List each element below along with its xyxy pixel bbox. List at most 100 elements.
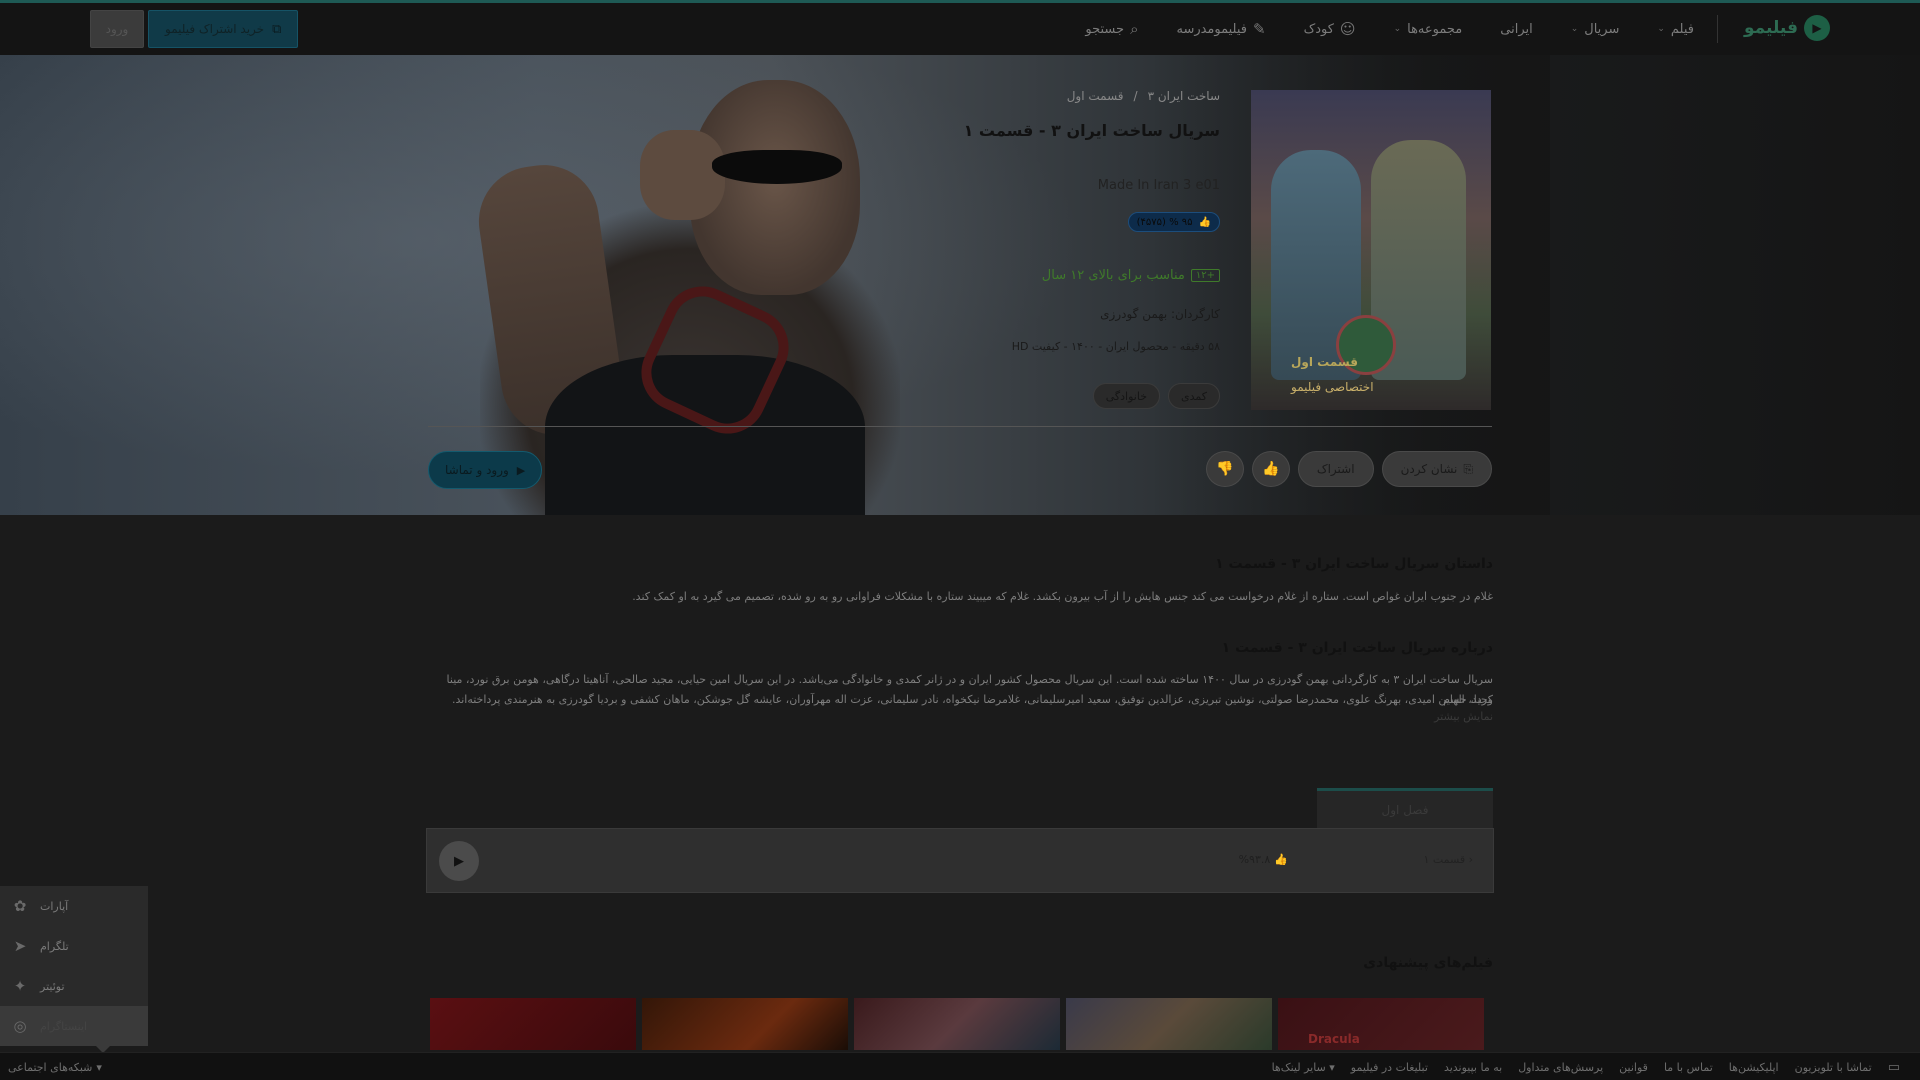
- dislike-button[interactable]: 👎: [1205, 451, 1244, 487]
- social-toggle-label: شبکه‌های اجتماعی: [8, 1060, 93, 1074]
- nav-iranian[interactable]: ایرانی: [1500, 22, 1532, 37]
- genre-tags: کمدی خانوادگی: [1092, 383, 1220, 409]
- english-title: Made In Iran 3 e01: [1097, 178, 1220, 193]
- hero-actions: ⎘ نشان کردن اشتراک 👍 👎: [1205, 451, 1492, 487]
- footer-link-rules[interactable]: قوانین: [1619, 1061, 1648, 1074]
- share-label: اشتراک: [1316, 462, 1355, 476]
- age-badge: +۱۲: [1190, 269, 1220, 282]
- episode-score-value: %۹۳.۸: [1238, 853, 1271, 866]
- social-instagram[interactable]: اینستاگرام ◎: [0, 1006, 148, 1046]
- footer-link-tv[interactable]: تماشا با تلویزیون: [1795, 1061, 1872, 1074]
- tag-comedy[interactable]: کمدی: [1168, 383, 1220, 409]
- watch-button[interactable]: ▶ ورود و تماشا: [428, 451, 543, 489]
- social-telegram[interactable]: تلگرام ➤: [0, 926, 148, 966]
- subscribe-button[interactable]: ⧉ خرید اشتراک فیلیمو: [148, 10, 299, 48]
- nav-movies-label: فیلم: [1670, 21, 1694, 37]
- tab-season-1[interactable]: فصل اول: [1317, 788, 1493, 828]
- suggestions-row: Dracula: [430, 998, 1484, 1050]
- rating-badge: 👍 ۹۵ % (۴۵۷۵): [1127, 212, 1220, 232]
- poster-brand: اختصاصی فیلیمو: [1291, 380, 1374, 394]
- logo-text: فیلیمو: [1743, 18, 1798, 38]
- series-info: ساخت ایران ۳ / قسمت اول سریال ساخت ایران…: [800, 55, 1220, 415]
- footer-link-more[interactable]: ▾ سایر لینک‌ها: [1272, 1061, 1335, 1074]
- show-more-link[interactable]: نمایش بیشتر: [1434, 710, 1493, 723]
- footer-link-contact[interactable]: تماس با ما: [1664, 1061, 1713, 1074]
- login-button[interactable]: ورود: [90, 10, 144, 48]
- suggestion-card[interactable]: [854, 998, 1060, 1050]
- social-instagram-label: اینستاگرام: [40, 1019, 88, 1033]
- age-text: مناسب برای بالای ۱۲ سال: [1041, 268, 1185, 283]
- hero-divider: [428, 426, 1492, 427]
- chevron-left-icon: ‹: [1468, 853, 1473, 866]
- episode-name: ‹ قسمت ۱: [1423, 853, 1473, 866]
- series-meta: ۵۸ دقیقه - محصول ایران - ۱۴۰۰ - کیفیت HD: [1011, 340, 1220, 353]
- watch-label: ورود و تماشا: [445, 463, 509, 477]
- search-icon: ⌕: [1130, 20, 1139, 38]
- nav-kids[interactable]: ☺ کودک: [1304, 20, 1356, 38]
- nav-collections[interactable]: مجموعه‌ها ⌄: [1394, 22, 1463, 37]
- footer-link-join[interactable]: به ما بپیوندید: [1444, 1061, 1502, 1074]
- footer-link-ads[interactable]: تبلیغات در فیلیمو: [1351, 1061, 1428, 1074]
- main-nav: فیلم ⌄ سریال ⌄ ایرانی مجموعه‌ها ⌄ ☺ کودک…: [1085, 3, 1694, 55]
- hero-figure-hand: [640, 130, 725, 220]
- social-telegram-label: تلگرام: [40, 939, 69, 953]
- breadcrumb-series[interactable]: ساخت ایران ۳: [1148, 89, 1220, 103]
- suggestion-card[interactable]: Dracula: [1278, 998, 1484, 1050]
- breadcrumb: ساخت ایران ۳ / قسمت اول: [1067, 89, 1220, 103]
- director: کارگردان: بهمن گودرزی: [1100, 307, 1220, 321]
- caret-down-icon: ▾: [1329, 1060, 1335, 1074]
- logo-play-icon: ▶: [1804, 15, 1830, 41]
- chevron-down-icon: ⌄: [1657, 24, 1665, 34]
- dislike-icon: 👎: [1216, 461, 1234, 477]
- series-poster[interactable]: قسمت اول اختصاصی فیلیمو: [1251, 90, 1491, 410]
- footer: ▭ تماشا با تلویزیون اپلیکیشن‌ها تماس با …: [0, 1052, 1920, 1080]
- bookmark-icon: ⎘: [1463, 461, 1473, 476]
- social-twitter-label: توئیتر: [40, 979, 65, 993]
- social-panel: آپارات ✿ تلگرام ➤ توئیتر ✦ اینستاگرام ◎: [0, 886, 148, 1046]
- story-title: داستان سریال ساخت ایران ۳ - قسمت ۱: [1215, 556, 1493, 572]
- about-line-2: کردا، حسین امیدی، بهرنگ علوی، محمدرضا صو…: [451, 693, 1493, 706]
- instagram-icon: ◎: [13, 1017, 27, 1035]
- subscribe-label: خرید اشتراک فیلیمو: [165, 22, 265, 36]
- social-twitter[interactable]: توئیتر ✦: [0, 966, 148, 1006]
- breadcrumb-episode: قسمت اول: [1066, 89, 1124, 103]
- telegram-icon: ➤: [13, 937, 27, 955]
- episode-row[interactable]: ▶ ‹ قسمت ۱ 👍 %۹۳.۸: [426, 828, 1494, 893]
- nav-movies[interactable]: فیلم ⌄: [1657, 22, 1694, 37]
- nav-search[interactable]: ⌕ جستجو: [1085, 20, 1138, 38]
- episode-play-button[interactable]: ▶: [439, 841, 479, 881]
- social-aparat[interactable]: آپارات ✿: [0, 886, 148, 926]
- kid-icon: ☺: [1339, 20, 1356, 38]
- footer-links: ▭ تماشا با تلویزیون اپلیکیشن‌ها تماس با …: [1272, 1053, 1900, 1080]
- tv-icon: ▭: [1887, 1059, 1900, 1075]
- caret-down-icon: ▾: [96, 1060, 102, 1074]
- suggestion-card-title: Dracula: [1308, 1032, 1360, 1046]
- suggestion-card[interactable]: [1066, 998, 1272, 1050]
- header-actions: ورود ⧉ خرید اشتراک فیلیمو: [90, 10, 299, 48]
- logo[interactable]: ▶ فیلیمو: [1744, 15, 1830, 41]
- social-toggle[interactable]: ▾ شبکه‌های اجتماعی: [8, 1053, 102, 1080]
- tag-family[interactable]: خانوادگی: [1092, 383, 1161, 409]
- footer-link-apps[interactable]: اپلیکیشن‌ها: [1729, 1061, 1779, 1074]
- nav-series[interactable]: سریال ⌄: [1571, 22, 1620, 37]
- footer-link-faq[interactable]: پرسش‌های متداول: [1518, 1061, 1603, 1074]
- bookmark-label: نشان کردن: [1400, 462, 1458, 476]
- aparat-icon: ✿: [13, 897, 27, 915]
- twitter-icon: ✦: [13, 977, 27, 995]
- bookmark-button[interactable]: ⎘ نشان کردن: [1381, 451, 1492, 487]
- school-icon: ✎: [1253, 20, 1266, 38]
- chevron-down-icon: ⌄: [1393, 24, 1402, 34]
- nav-iranian-label: ایرانی: [1500, 21, 1533, 37]
- share-button[interactable]: اشتراک: [1297, 451, 1374, 487]
- nav-search-label: جستجو: [1085, 21, 1125, 37]
- suggestion-card[interactable]: [642, 998, 848, 1050]
- like-button[interactable]: 👍: [1251, 451, 1290, 487]
- episode-name-label: قسمت ۱: [1423, 853, 1466, 866]
- nav-school[interactable]: ✎ فیلیمومدرسه: [1176, 20, 1265, 38]
- rating-value: ۹۵ % (۴۵۷۵): [1136, 216, 1193, 228]
- play-icon: ▶: [516, 463, 526, 477]
- thumbs-up-icon: 👍: [1198, 216, 1211, 228]
- episode-score: 👍 %۹۳.۸: [1239, 853, 1288, 866]
- suggestion-card[interactable]: [430, 998, 636, 1050]
- nav-kids-label: کودک: [1303, 21, 1334, 37]
